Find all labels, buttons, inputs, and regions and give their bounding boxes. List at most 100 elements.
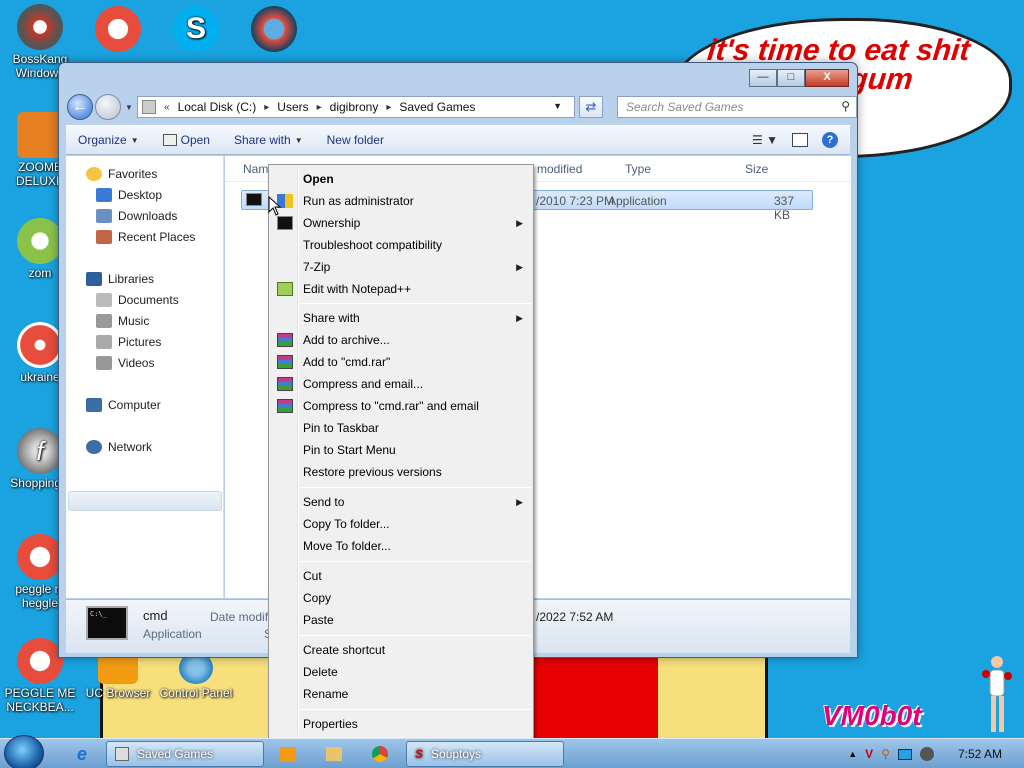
clock[interactable]: 7:52 AM: [958, 747, 1002, 761]
menu-copy[interactable]: Copy: [271, 587, 531, 609]
menu-troubleshoot[interactable]: Troubleshoot compatibility: [271, 234, 531, 256]
breadcrumb-digibrony[interactable]: digibrony: [330, 100, 379, 114]
back-button[interactable]: ←: [67, 94, 93, 120]
desktop-icon-peggle[interactable]: [78, 6, 158, 54]
forward-button[interactable]: [95, 94, 121, 120]
menu-delete[interactable]: Delete: [271, 661, 531, 683]
start-button[interactable]: [4, 735, 44, 768]
menu-properties[interactable]: Properties: [271, 713, 531, 735]
menu-move-to-folder[interactable]: Move To folder...: [271, 535, 531, 557]
organize-button[interactable]: Organize ▼: [66, 133, 151, 147]
menu-label: Properties: [303, 717, 358, 731]
taskbar-saved-games[interactable]: Saved Games: [106, 741, 264, 767]
details-type: Application: [143, 627, 202, 641]
menu-rename[interactable]: Rename: [271, 683, 531, 705]
open-button[interactable]: Open: [151, 133, 222, 147]
address-dropdown-icon[interactable]: ▼: [553, 101, 562, 111]
menu-ownership[interactable]: Ownership ▶: [271, 212, 531, 234]
menu-paste[interactable]: Paste: [271, 609, 531, 631]
tray-expand-icon[interactable]: ▲: [848, 749, 857, 759]
downloads-icon: [96, 209, 112, 223]
menu-label: Copy To folder...: [303, 517, 390, 531]
tray-v-icon[interactable]: V: [865, 747, 873, 761]
preview-pane-icon[interactable]: [792, 133, 808, 147]
menu-label: Ownership: [303, 216, 361, 230]
desktop-icon-skype[interactable]: S: [156, 6, 236, 54]
desktop-icon-ucbrowser[interactable]: UC Browser: [78, 652, 158, 700]
minimize-button[interactable]: —: [749, 69, 777, 87]
taskbar-pin-ie[interactable]: e: [62, 741, 102, 767]
breadcrumb-users[interactable]: Users: [277, 100, 308, 114]
search-icon: ⚲: [841, 99, 850, 113]
menu-copy-to-folder[interactable]: Copy To folder...: [271, 513, 531, 535]
breadcrumb-separator[interactable]: ▸: [386, 102, 391, 113]
nav-recent-places[interactable]: Recent Places: [96, 230, 195, 244]
breadcrumb-separator[interactable]: ▸: [264, 102, 269, 113]
view-options-icon[interactable]: ☰ ▼: [752, 133, 778, 147]
menu-share-with[interactable]: Share with ▶: [271, 307, 531, 329]
column-name[interactable]: Nam: [243, 162, 268, 176]
nav-computer[interactable]: Computer: [86, 398, 161, 412]
nav-downloads[interactable]: Downloads: [96, 209, 177, 223]
menu-open[interactable]: Open: [271, 168, 531, 190]
nav-pictures[interactable]: Pictures: [96, 335, 161, 349]
menu-edit-notepadpp[interactable]: Edit with Notepad++: [271, 278, 531, 300]
menu-pin-to-taskbar[interactable]: Pin to Taskbar: [271, 417, 531, 439]
menu-create-shortcut[interactable]: Create shortcut: [271, 639, 531, 661]
address-bar[interactable]: « Local Disk (C:) ▸ Users ▸ digibrony ▸ …: [137, 96, 575, 118]
column-size[interactable]: Size: [745, 162, 768, 176]
taskbar-pin-chrome[interactable]: [360, 741, 400, 767]
breadcrumb-separator[interactable]: ▸: [317, 102, 322, 113]
menu-send-to[interactable]: Send to ▶: [271, 491, 531, 513]
taskbar-souptoys[interactable]: S Souptoys: [406, 741, 564, 767]
menu-separator: [299, 635, 531, 636]
breadcrumb-overflow[interactable]: «: [164, 102, 170, 113]
help-icon[interactable]: ?: [822, 132, 838, 148]
column-date-modified[interactable]: e modified: [527, 162, 582, 176]
organize-label: Organize: [78, 133, 127, 147]
taskbar-pin-folder[interactable]: [314, 741, 354, 767]
menu-cut[interactable]: Cut: [271, 565, 531, 587]
breadcrumb-saved-games[interactable]: Saved Games: [399, 100, 475, 114]
desktop-icon-browser[interactable]: [234, 6, 314, 54]
nav-network[interactable]: Network: [86, 440, 152, 454]
nav-documents[interactable]: Documents: [96, 293, 179, 307]
tray-search-icon[interactable]: ⚲: [881, 747, 890, 761]
recent-pages-dropdown[interactable]: ▼: [125, 103, 133, 112]
breadcrumb-local-disk[interactable]: Local Disk (C:): [178, 100, 257, 114]
new-folder-button[interactable]: New folder: [315, 133, 396, 147]
nav-label: Network: [108, 440, 153, 454]
search-input[interactable]: Search Saved Games ⚲: [617, 96, 857, 118]
selection-highlight: [68, 491, 222, 511]
close-button[interactable]: X: [805, 69, 849, 87]
nav-label: Libraries: [108, 272, 155, 286]
nav-videos[interactable]: Videos: [96, 356, 154, 370]
refresh-button[interactable]: ⇄: [579, 96, 603, 118]
menu-compress-to-rar-and-email[interactable]: Compress to "cmd.rar" and email: [271, 395, 531, 417]
tray-volume-icon[interactable]: [919, 747, 934, 761]
skype-icon: S: [173, 6, 219, 52]
nav-label: Recent Places: [118, 230, 196, 244]
nav-label: Desktop: [118, 188, 163, 202]
nav-music[interactable]: Music: [96, 314, 149, 328]
menu-compress-and-email[interactable]: Compress and email...: [271, 373, 531, 395]
column-type[interactable]: Type: [625, 162, 651, 176]
tray-monitor-icon[interactable]: [897, 748, 912, 760]
nav-favorites[interactable]: Favorites: [86, 167, 157, 181]
libraries-icon: [86, 272, 102, 286]
music-icon: [96, 314, 112, 328]
menu-add-to-cmd-rar[interactable]: Add to "cmd.rar": [271, 351, 531, 373]
nav-desktop[interactable]: Desktop: [96, 188, 162, 202]
menu-pin-to-start-menu[interactable]: Pin to Start Menu: [271, 439, 531, 461]
desktop-icon-control-panel[interactable]: Control Panel: [156, 652, 236, 700]
menu-label: Send to: [303, 495, 345, 509]
nav-libraries[interactable]: Libraries: [86, 272, 154, 286]
maximize-button[interactable]: □: [777, 69, 805, 87]
media-player-icon: [280, 747, 296, 761]
share-with-button[interactable]: Share with ▼: [222, 133, 315, 147]
menu-7zip[interactable]: 7-Zip ▶: [271, 256, 531, 278]
taskbar-pin-media[interactable]: [268, 741, 308, 767]
menu-restore-previous-versions[interactable]: Restore previous versions: [271, 461, 531, 483]
menu-run-as-administrator[interactable]: Run as administrator: [271, 190, 531, 212]
menu-add-to-archive[interactable]: Add to archive...: [271, 329, 531, 351]
